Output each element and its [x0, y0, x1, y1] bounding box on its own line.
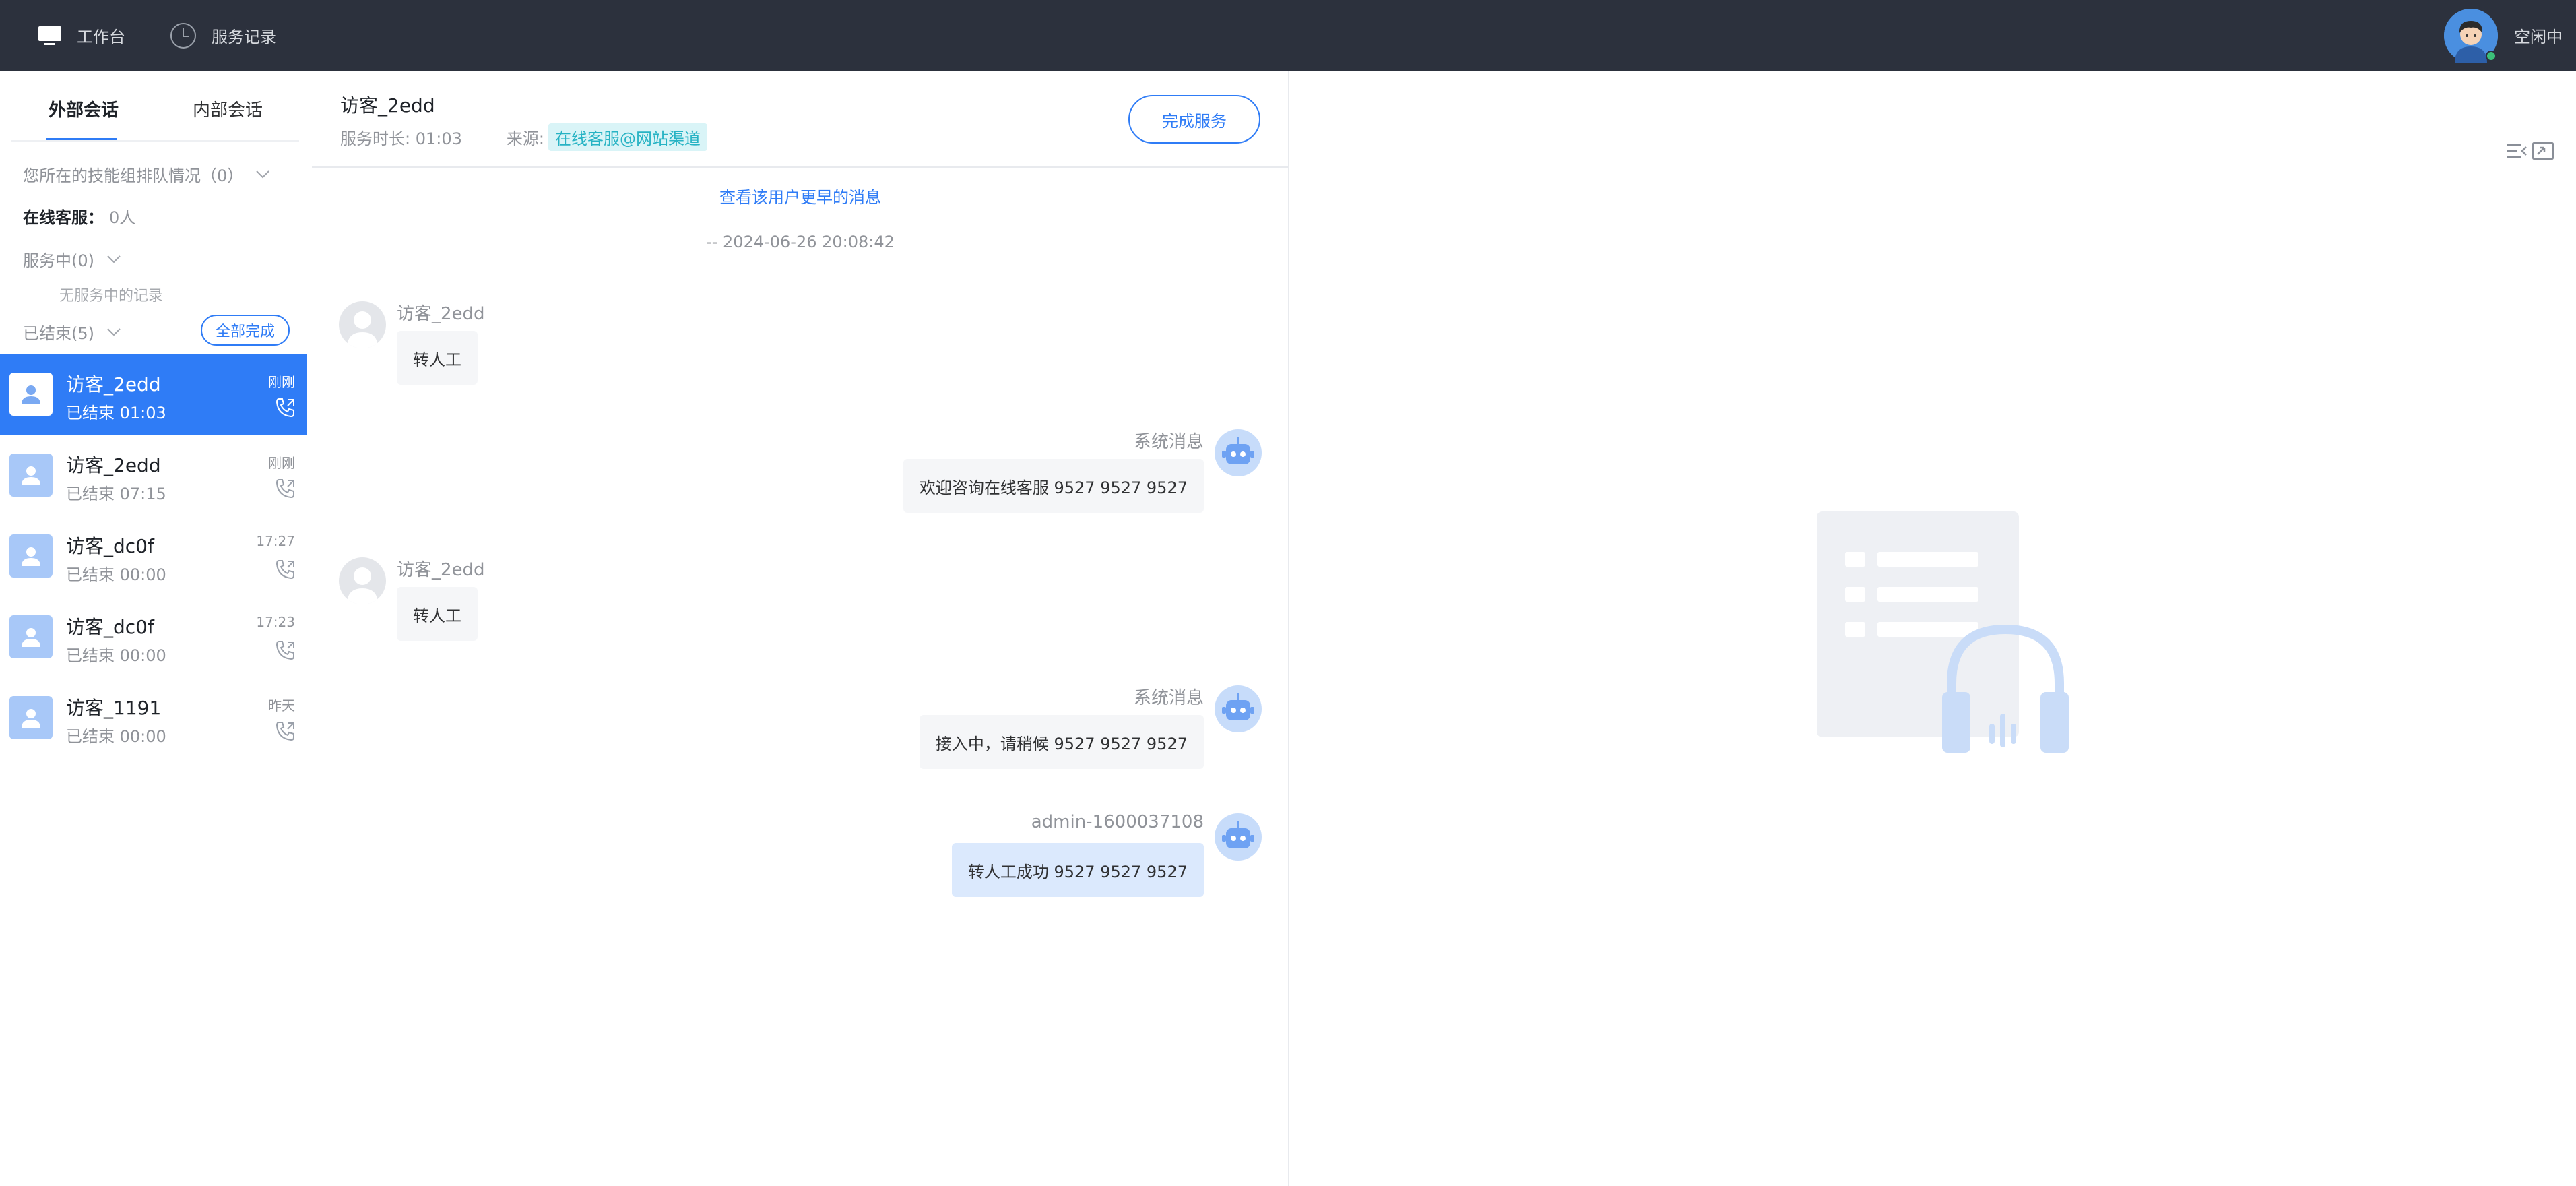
- message-bubble: 转人工: [397, 587, 478, 641]
- user-avatar-icon: [9, 696, 53, 739]
- source-label: 来源:: [506, 129, 544, 148]
- message-bubble: 转人工成功 9527 9527 9527: [951, 843, 1204, 897]
- message-visitor: 访客_2edd 转人工: [312, 549, 1289, 641]
- expand-panel-icon[interactable]: [2532, 141, 2554, 164]
- visitor-avatar-icon: [339, 557, 386, 604]
- conversation-name: 访客_dc0f: [66, 616, 154, 638]
- message-sender: 系统消息: [1133, 432, 1204, 452]
- online-agents-label: 在线客服：: [23, 208, 104, 227]
- conversation-item[interactable]: 访客_2edd 已结束 07:15 刚刚: [0, 435, 307, 516]
- message-agent: admin-1600037108 转人工成功 9527 9527 9527: [312, 805, 1289, 897]
- chevron-down-icon: [106, 327, 121, 337]
- visitor-avatar-icon: [339, 301, 386, 348]
- phone-transfer-icon[interactable]: [275, 397, 296, 421]
- agent-status-label: 空闲中: [2514, 28, 2563, 46]
- queue-status-text: 您所在的技能组排队情况（0）: [23, 166, 244, 185]
- chat-meta: 服务时长: 01:03 来源: 在线客服@网站渠道: [340, 123, 707, 151]
- panel-tools: [2506, 141, 2554, 164]
- phone-transfer-icon[interactable]: [275, 559, 296, 583]
- message-sender: 访客_2edd: [397, 560, 485, 580]
- conversation-tabs: 外部会话 内部会话: [0, 71, 311, 144]
- conversation-time: 17:27: [256, 533, 295, 549]
- online-agents-value: 0人: [109, 208, 136, 227]
- conversation-item[interactable]: 访客_dc0f 已结束 00:00 17:27: [0, 516, 307, 596]
- conversation-item[interactable]: 访客_dc0f 已结束 00:00 17:23: [0, 596, 307, 677]
- finish-service-button[interactable]: 完成服务: [1128, 95, 1260, 144]
- ended-section-toggle[interactable]: 已结束(5): [23, 320, 121, 344]
- chat-panel: 访客_2edd 服务时长: 01:03 来源: 在线客服@网站渠道 完成服务 查…: [312, 71, 1289, 1186]
- empty-state-illustration: [1803, 511, 2073, 763]
- user-status[interactable]: 空闲中: [2444, 0, 2563, 71]
- message-bubble: 欢迎咨询在线客服 9527 9527 9527: [903, 459, 1204, 513]
- user-avatar-icon: [9, 534, 53, 578]
- online-agents-row: 在线客服： 0人: [23, 204, 135, 228]
- complete-all-button[interactable]: 全部完成: [201, 315, 290, 346]
- conversation-time: 17:23: [256, 614, 295, 630]
- conversation-time: 刚刚: [268, 455, 295, 471]
- nav-service-records-label: 服务记录: [212, 28, 276, 46]
- user-avatar-icon: [9, 454, 53, 497]
- conversation-name: 访客_2edd: [66, 373, 161, 396]
- robot-avatar-icon: [1215, 813, 1262, 861]
- conversation-name: 访客_1191: [66, 697, 162, 719]
- user-avatar-icon: [9, 373, 53, 416]
- clock-icon: [170, 22, 197, 49]
- nav-workbench[interactable]: 工作台: [38, 0, 125, 71]
- nav-service-records[interactable]: 服务记录: [170, 0, 276, 71]
- online-status-dot: [2486, 50, 2497, 61]
- conversation-panel: 外部会话 内部会话 您所在的技能组排队情况（0） 在线客服： 0人 服务中(0)…: [0, 71, 311, 1186]
- source-badge: 在线客服@网站渠道: [548, 123, 707, 151]
- conversation-name: 访客_2edd: [66, 454, 161, 476]
- conversation-time: 刚刚: [268, 374, 295, 390]
- detail-panel: [1289, 71, 2576, 1186]
- phone-transfer-icon[interactable]: [275, 720, 296, 745]
- collapse-panel-icon[interactable]: [2506, 141, 2529, 164]
- chat-title: 访客_2edd: [340, 94, 435, 117]
- robot-avatar-icon: [1215, 685, 1262, 732]
- message-system: 系统消息 接入中，请稍候 9527 9527 9527: [312, 677, 1289, 769]
- serving-section-label: 服务中(0): [23, 251, 94, 270]
- message-sender: admin-1600037108: [1031, 812, 1204, 832]
- service-duration: 服务时长: 01:03: [340, 129, 462, 148]
- conversation-status: 已结束 00:00: [66, 565, 166, 584]
- conversation-item[interactable]: 访客_2edd 已结束 01:03 刚刚: [0, 354, 307, 435]
- conversation-status: 已结束 00:00: [66, 646, 166, 665]
- message-system: 系统消息 欢迎咨询在线客服 9527 9527 9527: [312, 421, 1289, 513]
- tab-external-conversations[interactable]: 外部会话: [49, 96, 119, 121]
- top-bar: 工作台 服务记录 空闲中: [0, 0, 2576, 71]
- conversation-status: 已结束 07:15: [66, 485, 166, 503]
- serving-section-toggle[interactable]: 服务中(0): [23, 247, 121, 271]
- chevron-down-icon: [106, 255, 121, 264]
- conversation-time: 昨天: [268, 697, 295, 714]
- message-sender: 系统消息: [1133, 688, 1204, 708]
- message-sender: 访客_2edd: [397, 304, 485, 324]
- view-older-messages-link[interactable]: 查看该用户更早的消息: [312, 184, 1289, 208]
- message-bubble: 接入中，请稍候 9527 9527 9527: [919, 715, 1204, 769]
- chat-header: 访客_2edd 服务时长: 01:03 来源: 在线客服@网站渠道 完成服务: [312, 71, 1289, 168]
- tabs-divider: [11, 140, 299, 142]
- phone-transfer-icon[interactable]: [275, 639, 296, 664]
- monitor-icon: [38, 25, 62, 46]
- user-avatar-icon: [9, 615, 53, 658]
- conversation-name: 访客_dc0f: [66, 535, 154, 557]
- conversation-item[interactable]: 访客_1191 已结束 00:00 昨天: [0, 677, 307, 758]
- date-separator: -- 2024-06-26 20:08:42: [706, 232, 895, 251]
- conversation-list: 访客_2edd 已结束 01:03 刚刚 访客_2edd 已结束 07:15 刚…: [0, 354, 307, 758]
- nav-workbench-label: 工作台: [77, 28, 125, 46]
- no-serving-text: 无服务中的记录: [59, 288, 164, 305]
- ended-section-label: 已结束(5): [23, 324, 94, 343]
- conversation-status: 已结束 00:00: [66, 727, 166, 746]
- tab-internal-conversations[interactable]: 内部会话: [193, 96, 263, 121]
- phone-transfer-icon[interactable]: [275, 478, 296, 502]
- queue-status-row[interactable]: 您所在的技能组排队情况（0）: [23, 162, 270, 186]
- robot-avatar-icon: [1215, 429, 1262, 476]
- chevron-down-icon: [255, 170, 270, 179]
- agent-avatar[interactable]: [2444, 8, 2498, 63]
- conversation-status: 已结束 01:03: [66, 404, 166, 423]
- message-visitor: 访客_2edd 转人工: [312, 293, 1289, 385]
- message-bubble: 转人工: [397, 331, 478, 385]
